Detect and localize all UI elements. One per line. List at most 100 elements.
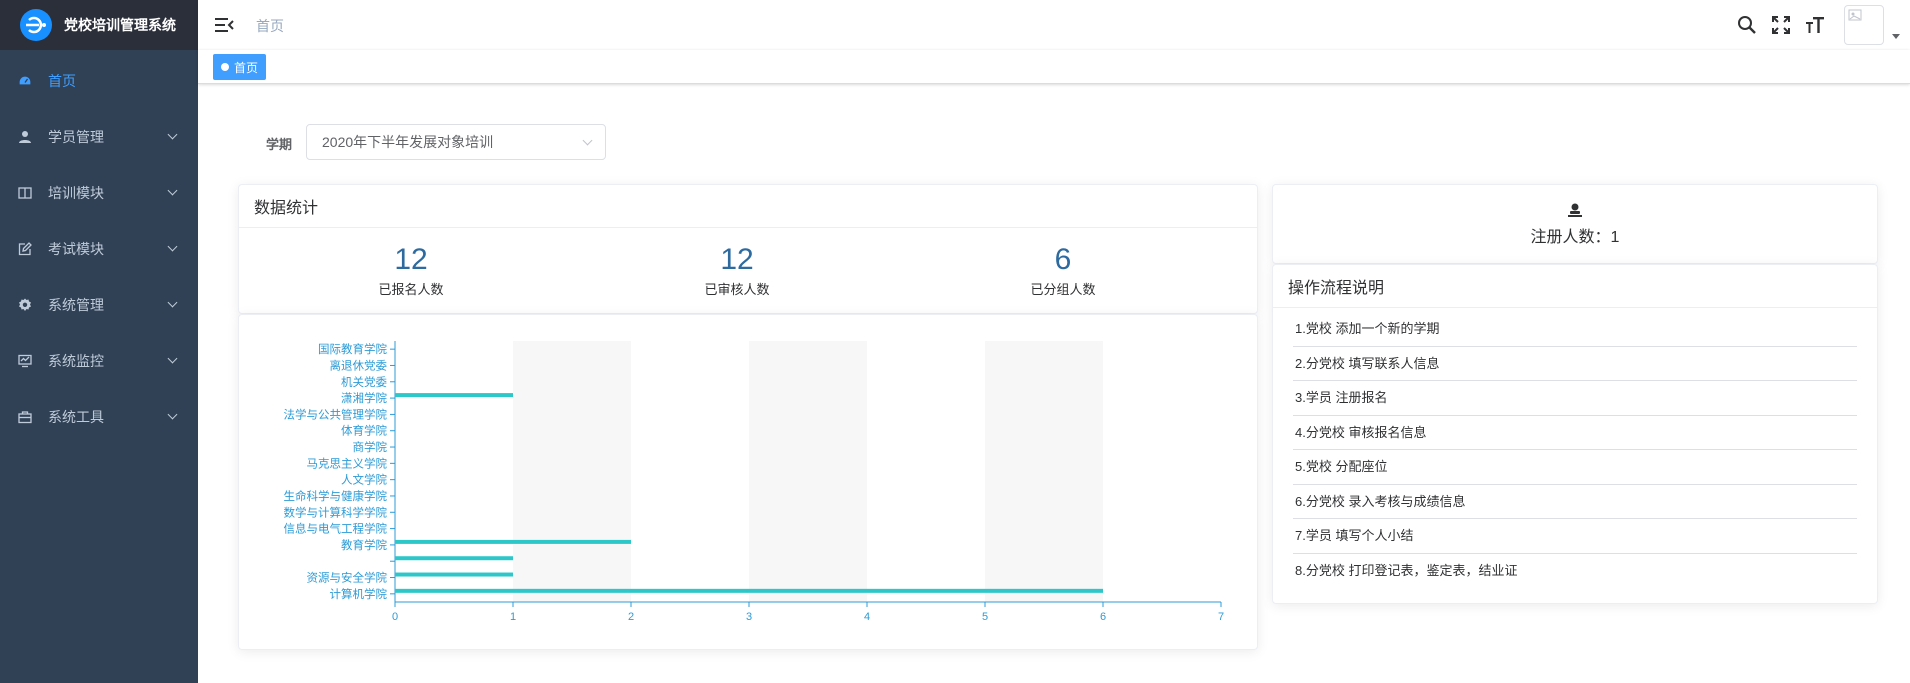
right-menu — [1736, 0, 1900, 50]
flow-step: 7.学员 填写个人小结 — [1293, 519, 1857, 554]
term-label: 学期 — [266, 137, 293, 152]
y-tick-label: 国际教育学院 — [318, 342, 387, 356]
chevron-down-icon — [167, 297, 178, 308]
user-stamp-icon — [1567, 202, 1583, 221]
hamburger-icon[interactable] — [214, 15, 234, 35]
stat-label: 已分组人数 — [1030, 282, 1096, 297]
chevron-down-icon[interactable] — [1892, 33, 1900, 39]
flow-step: 6.分党校 录入考核与成绩信息 — [1293, 485, 1857, 519]
logo-icon — [20, 9, 52, 41]
sidebar-item-label: 系统工具 — [48, 409, 104, 425]
y-tick-label: 数学与计算科学学院 — [284, 505, 388, 519]
sidebar-item-6[interactable]: 系统工具 — [0, 389, 198, 445]
sidebar-item-5[interactable]: 系统监控 — [0, 333, 198, 389]
chart-split-area — [513, 341, 631, 602]
font-size-icon[interactable] — [1804, 14, 1826, 36]
logo-bar: 党校培训管理系统 — [0, 0, 198, 50]
x-tick-label: 6 — [1100, 611, 1106, 623]
x-tick-label: 7 — [1218, 611, 1224, 623]
user-icon — [18, 130, 32, 144]
sidebar: 党校培训管理系统 首页学员管理培训模块考试模块系统管理系统监控系统工具 — [0, 0, 198, 683]
registration-card: 注册人数：1 — [1272, 184, 1878, 264]
sidebar-item-label: 系统管理 — [48, 297, 104, 313]
monitor-icon — [18, 354, 32, 368]
chevron-down-icon — [167, 353, 178, 364]
flow-step: 1.党校 添加一个新的学期 — [1293, 312, 1857, 347]
chevron-down-icon — [167, 185, 178, 196]
chevron-down-icon — [582, 135, 593, 146]
tags-view: 首页 — [198, 50, 1910, 84]
x-tick-label: 3 — [746, 611, 752, 623]
stat-value: 6 — [1054, 243, 1072, 276]
avatar[interactable] — [1844, 5, 1884, 45]
sidebar-item-label: 培训模块 — [48, 185, 104, 201]
chevron-down-icon — [167, 241, 178, 252]
sidebar-item-2[interactable]: 培训模块 — [0, 165, 198, 221]
y-tick-label: 马克思主义学院 — [307, 456, 388, 470]
sidebar-item-label: 学员管理 — [48, 129, 104, 145]
stat-grouped: 6 已分组人数 — [963, 243, 1163, 298]
chart-bar — [395, 588, 1103, 593]
chevron-down-icon — [167, 409, 178, 420]
sidebar-menu: 首页学员管理培训模块考试模块系统管理系统监控系统工具 — [0, 53, 198, 445]
chart-split-area — [749, 341, 867, 602]
flow-step: 5.党校 分配座位 — [1293, 450, 1857, 485]
app-title: 党校培训管理系统 — [64, 17, 176, 33]
stat-value: 12 — [394, 243, 428, 276]
sidebar-item-0[interactable]: 首页 — [0, 53, 198, 109]
fullscreen-icon[interactable] — [1770, 14, 1792, 36]
registration-count: 注册人数：1 — [1530, 229, 1620, 246]
navbar: 首页 — [198, 0, 1910, 50]
x-tick-label: 2 — [628, 611, 634, 623]
flow-step: 2.分党校 填写联系人信息 — [1293, 347, 1857, 381]
search-icon[interactable] — [1736, 14, 1758, 36]
y-tick-label: 资源与安全学院 — [307, 571, 388, 585]
y-tick-label: 商学院 — [353, 440, 388, 454]
x-tick-label: 5 — [982, 611, 988, 623]
flow-card: 操作流程说明 1.党校 添加一个新的学期 2.分党校 填写联系人信息 3.学员 注册… — [1272, 264, 1878, 604]
y-tick-label: 机关党委 — [341, 375, 387, 389]
y-tick-label: 潇湘学院 — [341, 391, 387, 405]
chart-bar — [395, 556, 513, 561]
y-tick-label: 计算机学院 — [330, 587, 388, 601]
gear-icon — [18, 298, 32, 312]
flow-title: 操作流程说明 — [1273, 265, 1877, 308]
chart-card: 0 1 2 3 4 5 6 7 计算机学院 资源与安全学院 教育学院 信息与电气工程学院 数学与计算科学… — [238, 314, 1258, 650]
sidebar-item-3[interactable]: 考试模块 — [0, 221, 198, 277]
y-tick-label: 信息与电气工程学院 — [284, 522, 388, 536]
y-tick-label: 教育学院 — [341, 538, 387, 552]
sidebar-item-label: 首页 — [48, 73, 76, 89]
chevron-down-icon — [167, 129, 178, 140]
flow-step: 8.分党校 打印登记表，鉴定表，结业证 — [1295, 562, 1518, 578]
term-select-value: 2020年下半年发展对象培训 — [322, 134, 494, 150]
sidebar-item-label: 考试模块 — [48, 241, 104, 257]
stat-value: 12 — [720, 243, 754, 276]
breadcrumb: 首页 — [256, 18, 284, 34]
tag-home[interactable]: 首页 — [213, 54, 267, 80]
chart-bar — [395, 393, 513, 398]
tag-dot-icon — [221, 63, 229, 71]
stats-card: 数据统计 12 已报名人数 12 已审核人数 6 已分组人数 — [238, 184, 1258, 314]
stat-registered: 12 已报名人数 — [311, 243, 511, 298]
y-tick-label: 离退休党委 — [330, 358, 388, 372]
edit-icon — [18, 242, 32, 256]
y-tick-label: 人文学院 — [341, 473, 387, 487]
flow-step: 3.学员 注册报名 — [1293, 381, 1857, 416]
x-tick-label: 0 — [392, 611, 398, 623]
flow-step: 4.分党校 审核报名信息 — [1293, 416, 1857, 450]
stat-label: 已报名人数 — [378, 282, 444, 297]
stat-label: 已审核人数 — [704, 282, 770, 297]
y-tick-label: 生命科学与健康学院 — [284, 489, 388, 503]
tag-label: 首页 — [234, 60, 259, 75]
college-bar-chart: 0 1 2 3 4 5 6 7 计算机学院 资源与安全学院 教育学院 信息与电气工程学院数学与计算科学… — [284, 341, 1224, 623]
chart-bar — [395, 539, 631, 544]
x-tick-label: 1 — [510, 611, 516, 623]
dashboard-icon — [18, 74, 32, 88]
toolbox-icon — [18, 410, 32, 424]
sidebar-item-4[interactable]: 系统管理 — [0, 277, 198, 333]
y-tick-label: 体育学院 — [341, 424, 387, 438]
sidebar-item-label: 系统监控 — [48, 353, 104, 369]
term-select[interactable]: 2020年下半年发展对象培训 — [306, 124, 606, 160]
sidebar-item-1[interactable]: 学员管理 — [0, 109, 198, 165]
stats-title: 数据统计 — [239, 185, 1257, 228]
